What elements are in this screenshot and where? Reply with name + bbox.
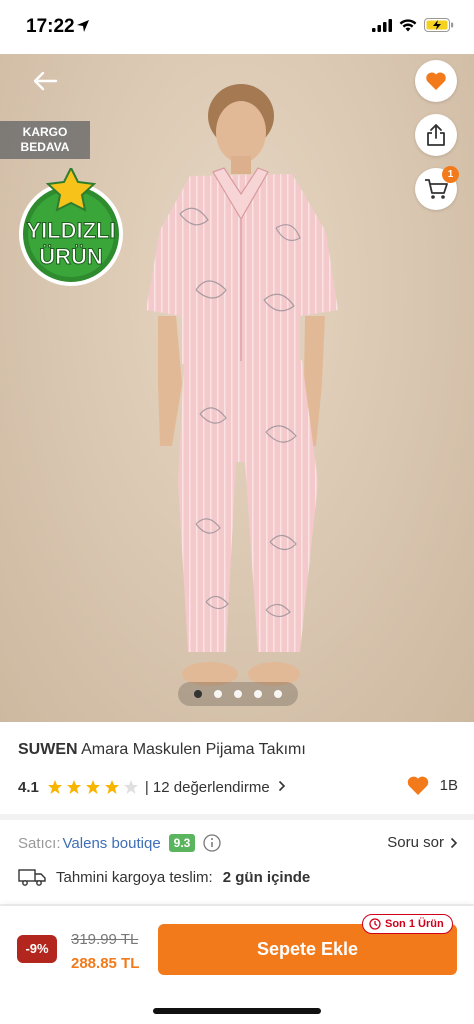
discounted-price: 288.85 TL bbox=[71, 955, 140, 972]
product-image-gallery[interactable]: 1 KARGO BEDAVA YILDIZLI ÜRÜN bbox=[0, 54, 474, 722]
free-shipping-line1: KARGO bbox=[22, 125, 68, 139]
signal-icon bbox=[372, 18, 392, 32]
favorite-count[interactable]: 1B bbox=[406, 775, 458, 796]
chevron-right-icon bbox=[450, 837, 458, 848]
gallery-dot[interactable] bbox=[254, 690, 262, 698]
gallery-dot[interactable] bbox=[234, 690, 242, 698]
reviews-text: | 12 değerlendirme bbox=[144, 778, 270, 796]
product-name: Amara Maskulen Pijama Takımı bbox=[81, 741, 306, 758]
low-stock-text: Son 1 Ürün bbox=[385, 918, 444, 930]
share-button[interactable] bbox=[415, 114, 457, 156]
share-icon bbox=[427, 124, 445, 146]
star-icon bbox=[66, 780, 81, 794]
starred-line2: ÜRÜN bbox=[39, 244, 103, 269]
rating-stars bbox=[47, 779, 139, 795]
gallery-dot[interactable] bbox=[214, 690, 222, 698]
shipping-label: Tahmini kargoya teslim: bbox=[56, 868, 213, 886]
cart-count-badge: 1 bbox=[442, 166, 459, 183]
product-title: SUWEN Amara Maskulen Pijama Takımı bbox=[18, 741, 306, 759]
star-icon bbox=[85, 780, 100, 794]
shipping-estimate: Tahmini kargoya teslim: 2 gün içinde bbox=[18, 868, 310, 886]
seller-name-link[interactable]: Valens boutiqe bbox=[63, 835, 161, 852]
reviews-link[interactable]: | 12 değerlendirme bbox=[145, 779, 286, 796]
heart-icon bbox=[426, 72, 446, 90]
starred-product-badge: YILDIZLI ÜRÜN bbox=[19, 168, 123, 286]
product-brand: SUWEN bbox=[18, 741, 78, 758]
chevron-right-icon bbox=[278, 780, 285, 791]
low-stock-badge: Son 1 Ürün bbox=[362, 914, 453, 934]
purchase-bar: -9% 319.99 TL 288.85 TL Sepete Ekle Son … bbox=[0, 906, 474, 1024]
status-bar: 17:22 bbox=[0, 0, 474, 54]
back-button[interactable] bbox=[30, 66, 70, 96]
clock-icon bbox=[369, 918, 381, 930]
arrow-left-icon bbox=[33, 71, 58, 91]
star-icon bbox=[123, 780, 138, 794]
truck-icon bbox=[18, 869, 46, 886]
favorite-button[interactable] bbox=[415, 60, 457, 102]
gallery-dot[interactable] bbox=[194, 690, 202, 698]
ask-question-button[interactable]: Soru sor bbox=[387, 834, 458, 851]
star-icon bbox=[47, 780, 62, 794]
discount-badge: -9% bbox=[17, 935, 57, 963]
seller-score-badge: 9.3 bbox=[168, 834, 196, 852]
seller-label: Satıcı: bbox=[18, 834, 61, 852]
original-price: 319.99 TL bbox=[71, 931, 139, 948]
status-icons bbox=[372, 18, 454, 32]
gallery-dot[interactable] bbox=[274, 690, 282, 698]
ask-question-label: Soru sor bbox=[387, 834, 444, 851]
free-shipping-badge: KARGO BEDAVA bbox=[0, 121, 90, 159]
rating-value: 4.1 bbox=[18, 778, 39, 796]
wifi-icon bbox=[399, 18, 417, 31]
free-shipping-line2: BEDAVA bbox=[20, 140, 70, 154]
gallery-pagination bbox=[178, 682, 298, 706]
shipping-value: 2 gün içinde bbox=[222, 868, 311, 886]
favorite-count-value: 1B bbox=[439, 777, 458, 794]
location-arrow-icon bbox=[77, 20, 89, 32]
info-icon[interactable] bbox=[203, 834, 222, 852]
battery-charging-icon bbox=[424, 18, 454, 32]
cart-button[interactable]: 1 bbox=[415, 166, 459, 210]
heart-icon bbox=[407, 776, 428, 795]
cart-icon bbox=[425, 179, 448, 199]
home-indicator bbox=[153, 1008, 321, 1014]
section-divider bbox=[0, 814, 474, 820]
rating-row: 4.1 | 12 değerlendirme 1B bbox=[18, 775, 458, 799]
starred-line1: YILDIZLI bbox=[26, 218, 115, 243]
star-icon bbox=[104, 780, 119, 794]
status-time: 17:22 bbox=[26, 16, 75, 37]
seller-row: Satıcı: Valens boutiqe 9.3 Soru sor bbox=[18, 832, 458, 854]
